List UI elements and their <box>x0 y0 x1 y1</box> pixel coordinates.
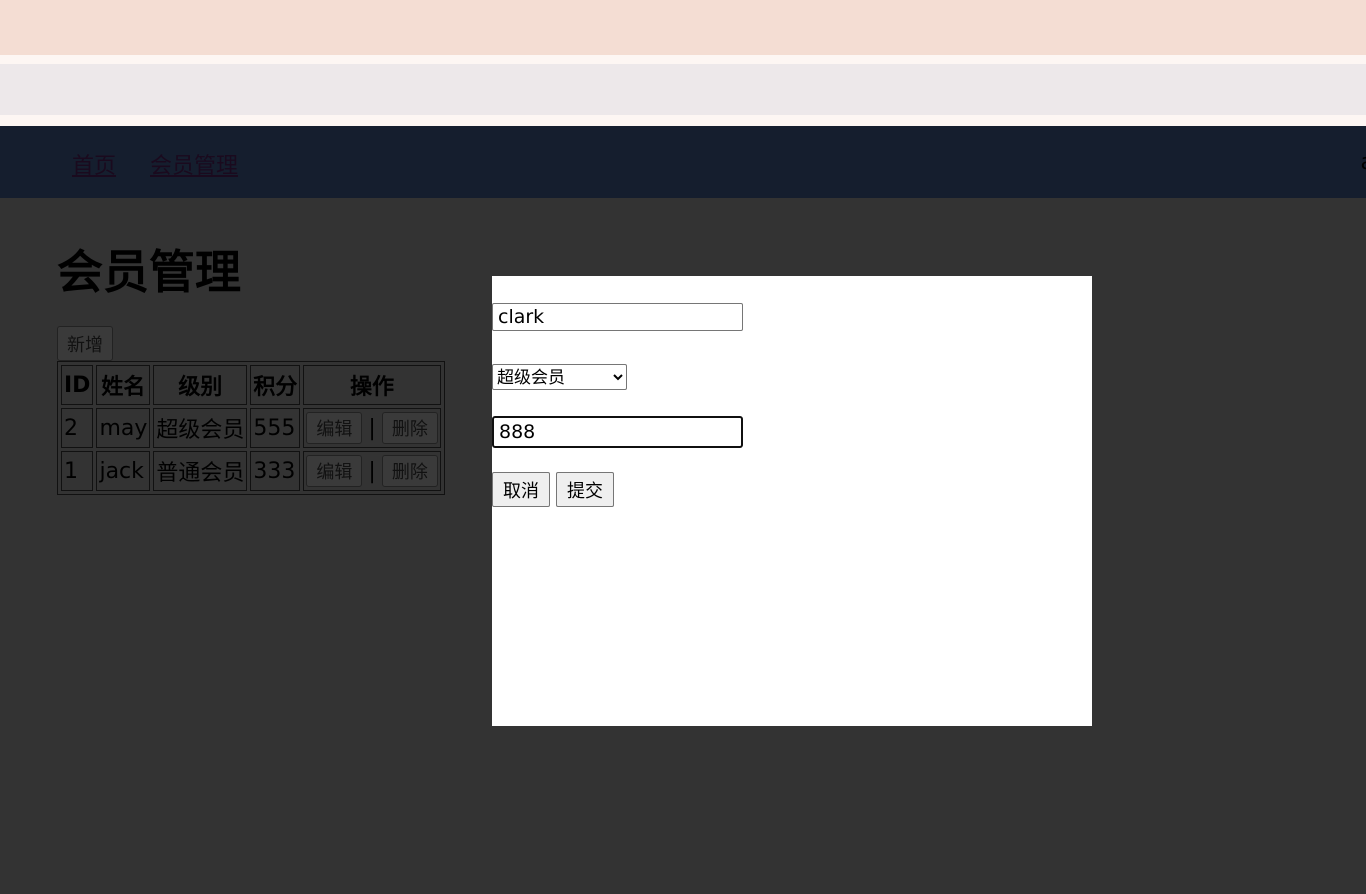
cell-name: jack <box>96 451 151 491</box>
submit-button[interactable]: 提交 <box>556 472 614 507</box>
delete-button[interactable]: 删除 <box>381 412 438 444</box>
cell-id: 1 <box>61 451 94 491</box>
members-table: ID 姓名 级别 积分 操作 2 may 超级会员 555 编辑 | 删除 1 ja… <box>57 361 445 495</box>
edit-member-modal: 超级会员 取消 提交 <box>492 276 1092 726</box>
header-id: ID <box>61 365 94 405</box>
add-button[interactable]: 新增 <box>57 326 113 361</box>
edit-button[interactable]: 编辑 <box>306 412 363 444</box>
nav-link-home[interactable]: 首页 <box>72 148 116 180</box>
separator: | <box>368 416 376 441</box>
cell-actions: 编辑 | 删除 <box>303 451 441 491</box>
cancel-button[interactable]: 取消 <box>492 472 550 507</box>
nav-link-members[interactable]: 会员管理 <box>150 148 238 180</box>
points-input[interactable] <box>492 416 743 448</box>
browser-top-bar <box>0 0 1366 55</box>
cell-name: may <box>96 408 151 448</box>
edit-button[interactable]: 编辑 <box>306 455 363 487</box>
header-level: 级别 <box>153 365 248 405</box>
top-nav: 首页 会员管理 a <box>0 126 1366 198</box>
table-row: 2 may 超级会员 555 编辑 | 删除 <box>61 408 441 448</box>
cell-actions: 编辑 | 删除 <box>303 408 441 448</box>
browser-toolbar <box>0 64 1366 157</box>
separator: | <box>368 459 376 484</box>
header-name: 姓名 <box>96 365 151 405</box>
divider <box>0 55 1366 64</box>
name-input[interactable] <box>492 303 743 331</box>
level-select[interactable]: 超级会员 <box>492 364 627 390</box>
header-points: 积分 <box>250 365 301 405</box>
cell-points: 333 <box>250 451 301 491</box>
cell-id: 2 <box>61 408 94 448</box>
table-row: 1 jack 普通会员 333 编辑 | 删除 <box>61 451 441 491</box>
header-actions: 操作 <box>303 365 441 405</box>
delete-button[interactable]: 删除 <box>381 455 438 487</box>
cell-points: 555 <box>250 408 301 448</box>
cell-level: 普通会员 <box>153 451 248 491</box>
user-name[interactable]: a <box>1361 150 1366 175</box>
cell-level: 超级会员 <box>153 408 248 448</box>
page-title: 会员管理 <box>57 245 241 299</box>
table-header-row: ID 姓名 级别 积分 操作 <box>61 365 441 405</box>
divider <box>0 115 1366 126</box>
